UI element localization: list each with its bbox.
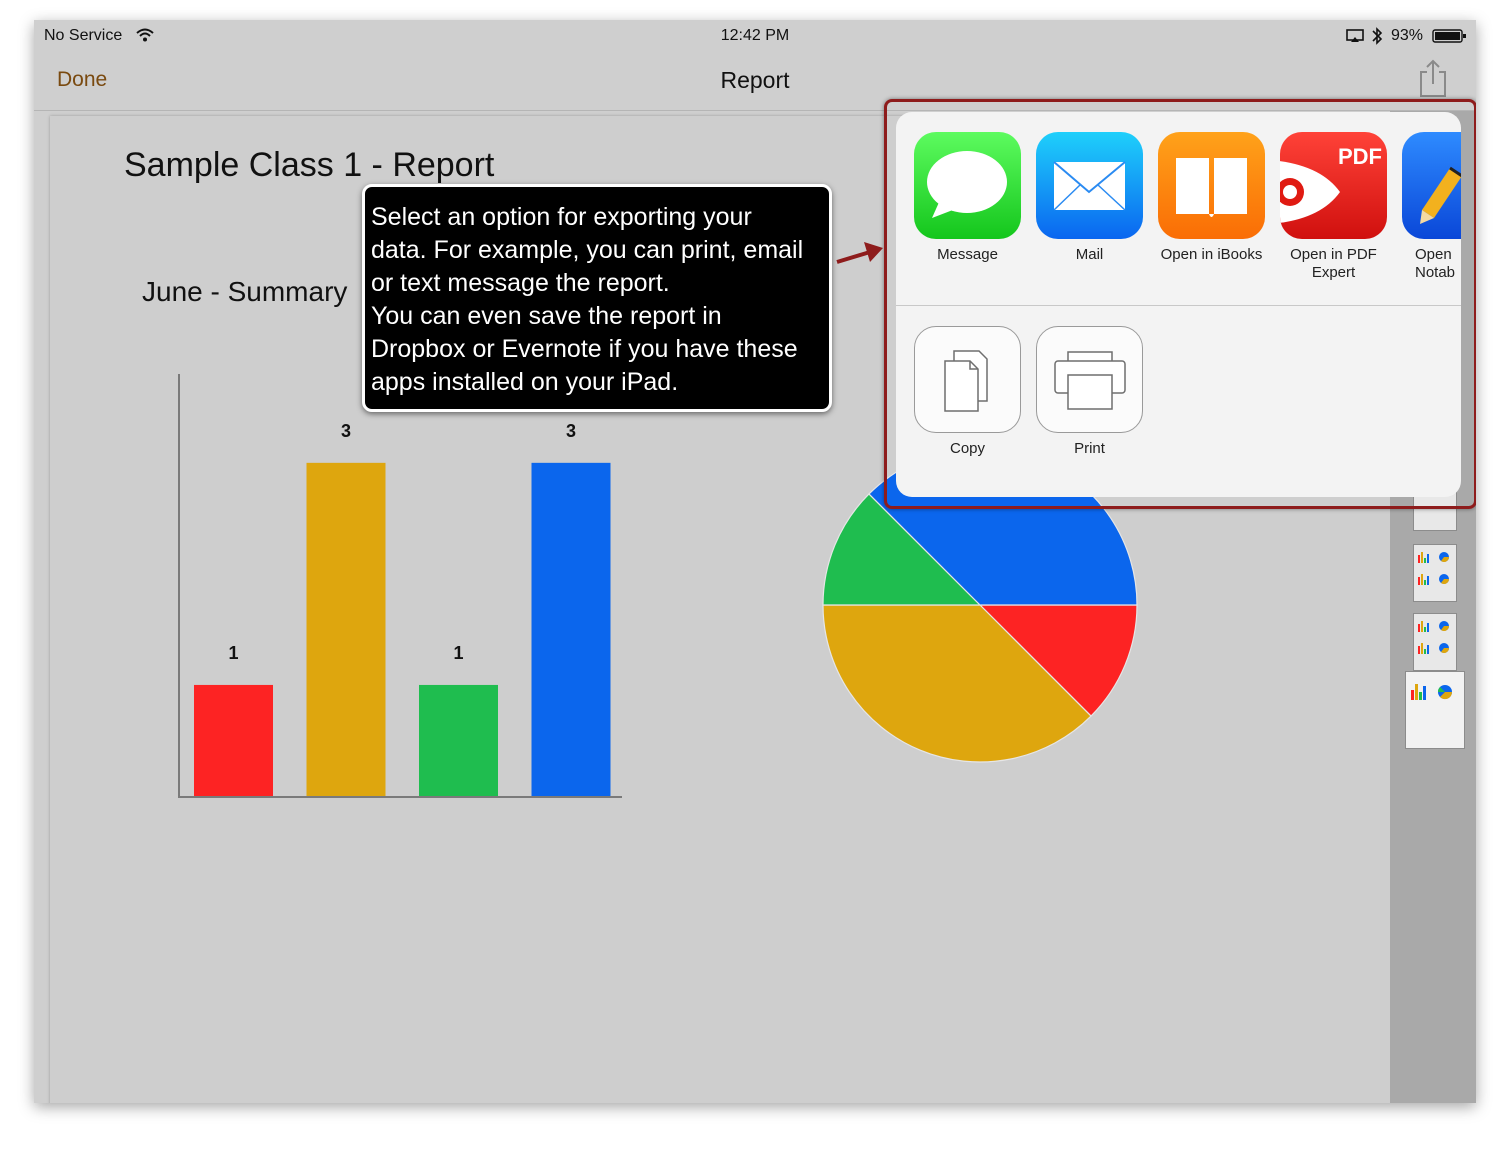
bar-chart: 1 3 1 3 — [178, 374, 622, 798]
status-bar: No Service 12:42 PM 93% — [34, 20, 1476, 54]
bar-data-label: 3 — [566, 421, 576, 441]
report-title: Sample Class 1 - Report — [124, 146, 495, 184]
battery-percent: 93% — [1391, 27, 1424, 44]
bar-mark — [306, 462, 386, 796]
callout-arrow-icon — [836, 242, 883, 264]
ipad-screen: No Service 12:42 PM 93% Report Done Samp… — [34, 20, 1476, 1103]
notability-icon — [1420, 166, 1461, 224]
callout-line: You can even save the report in — [371, 302, 722, 330]
bar-data-label: 1 — [453, 643, 463, 663]
nav-title: Report — [720, 67, 790, 93]
bar-data-label: 1 — [228, 643, 238, 663]
report-subtitle: June - Summary — [142, 276, 348, 307]
share-app-mail[interactable] — [1036, 132, 1143, 239]
bar-mark — [194, 684, 273, 796]
callout-line: apps installed on your iPad. — [371, 368, 679, 396]
bluetooth-icon — [1372, 27, 1383, 45]
ibooks-icon — [1176, 158, 1247, 217]
clock: 12:42 PM — [720, 27, 790, 44]
share-app-label: Message — [937, 246, 998, 263]
mail-icon — [1053, 161, 1126, 211]
share-app-label: Open in iBooks — [1160, 246, 1263, 263]
share-action-label: Copy — [949, 440, 986, 457]
share-action-print[interactable] — [1036, 326, 1143, 433]
bar-data-label: 3 — [341, 421, 351, 441]
share-app-message[interactable] — [914, 132, 1021, 239]
share-app-label: Mail — [1075, 246, 1104, 263]
help-callout: Select an option for exporting your data… — [362, 184, 832, 412]
battery-icon — [1432, 29, 1466, 43]
share-app-notability[interactable] — [1402, 132, 1461, 239]
nav-bar: Report Done — [34, 54, 1476, 111]
callout-line: Dropbox or Evernote if you have these — [371, 335, 798, 363]
share-sheet-divider — [896, 305, 1461, 306]
bar-mark — [531, 462, 611, 796]
thumbnail-preview-icon — [1418, 621, 1449, 654]
share-action-label: Print — [1074, 440, 1105, 457]
thumbnail-preview-icon — [1418, 552, 1449, 585]
page-thumbnail[interactable] — [1413, 544, 1457, 602]
copy-icon — [944, 350, 988, 412]
share-sheet: Message Mail Open in iBooks PDF Open in … — [896, 112, 1461, 497]
share-app-ibooks[interactable] — [1158, 132, 1265, 239]
thumbnail-preview-icon — [1411, 684, 1453, 700]
pdf-badge: PDF — [1338, 144, 1382, 169]
page-thumbnail-selected[interactable] — [1405, 671, 1465, 749]
share-icon[interactable] — [1418, 58, 1448, 98]
share-app-label: Open in PDF Expert — [1290, 246, 1377, 281]
callout-line: or text message the report. — [371, 269, 670, 297]
callout-line: data. For example, you can print, email — [371, 236, 804, 264]
done-button[interactable]: Done — [57, 68, 107, 92]
page-thumbnail[interactable] — [1413, 613, 1457, 671]
print-icon — [1054, 351, 1126, 410]
bar-mark — [419, 684, 498, 796]
share-app-pdf-expert[interactable]: PDF — [1280, 132, 1387, 239]
share-action-copy[interactable] — [914, 326, 1021, 433]
airplay-icon — [1346, 29, 1364, 42]
message-icon — [927, 151, 1007, 218]
callout-line: Select an option for exporting your — [371, 203, 752, 231]
